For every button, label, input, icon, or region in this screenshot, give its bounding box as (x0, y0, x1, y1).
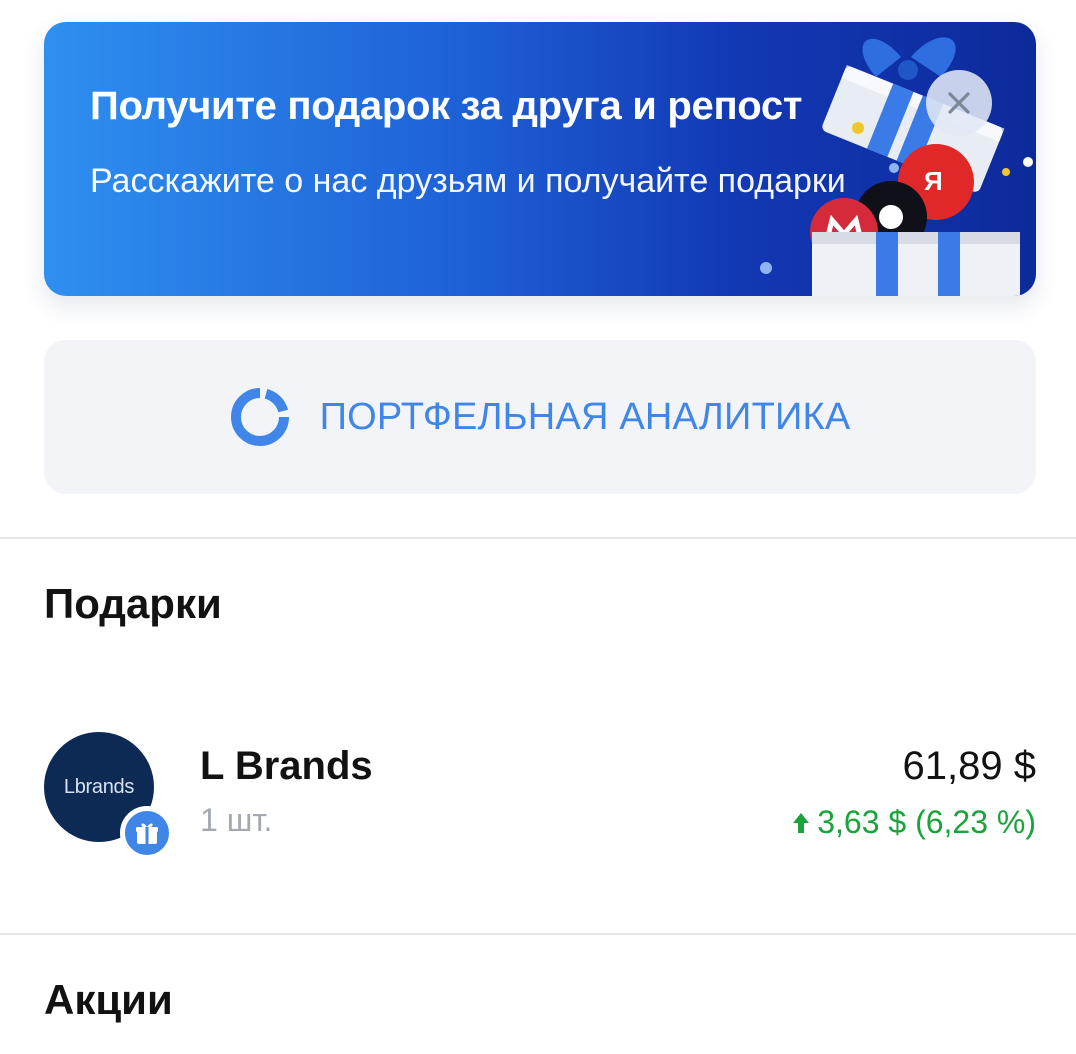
arrow-up-icon (793, 812, 810, 833)
promo-title: Получите подарок за друга и репост (90, 84, 803, 128)
asset-change: 3,63 $ (6,23 %) (791, 804, 1036, 841)
list-item[interactable]: Lbrands L Brands 1 шт. 61,89 $ 3,63 $ (6… (0, 710, 1076, 870)
asset-change-value: 3,63 $ (6,23 %) (817, 804, 1036, 840)
section-title-gifts: Подарки (44, 580, 222, 627)
gift-badge (120, 806, 174, 860)
asset-quantity: 1 шт. (200, 802, 273, 838)
portfolio-analytics-label: ПОРТФЕЛЬНАЯ АНАЛИТИКА (319, 395, 851, 438)
asset-price: 61,89 $ (902, 744, 1036, 788)
asset-name: L Brands (200, 744, 373, 788)
portfolio-analytics-button[interactable]: ПОРТФЕЛЬНАЯ АНАЛИТИКА (44, 340, 1036, 494)
divider (0, 537, 1076, 539)
svg-text:Я: Я (924, 166, 943, 196)
promo-close-button[interactable] (926, 70, 992, 136)
pie-ring-icon (230, 388, 289, 446)
gift-box-illustration: Я (760, 37, 1033, 296)
close-icon (948, 92, 970, 114)
promo-subtitle: Расскажите о нас друзьям и получайте под… (90, 162, 846, 200)
section-title-stocks: Акции (44, 976, 173, 1023)
logo-text: Lbrands (63, 775, 135, 798)
gift-icon (136, 823, 158, 844)
promo-banner[interactable]: Я Получите подарок за друга и репост Рас… (44, 22, 1036, 296)
divider (0, 933, 1076, 935)
